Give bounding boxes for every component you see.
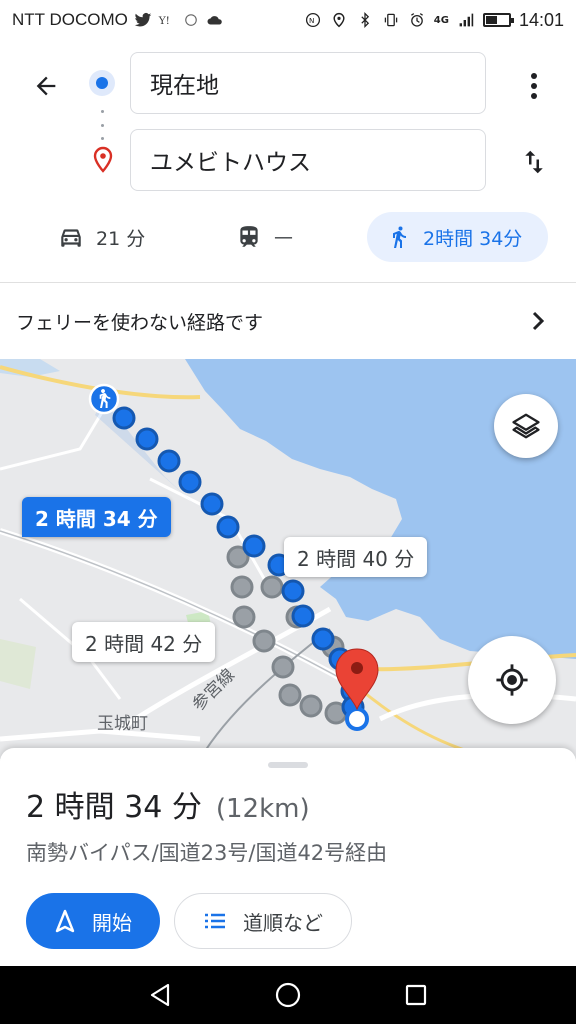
mode-walk-duration: 2時間 34分	[423, 227, 523, 250]
primary-route-duration-label[interactable]: 2 時間 34 分	[22, 497, 171, 537]
nfc-icon: N	[305, 12, 320, 28]
my-location-button[interactable]	[468, 636, 556, 724]
route-dot	[178, 470, 202, 494]
route-dot	[112, 406, 136, 430]
steps-label: 道順など	[243, 910, 323, 935]
network-type: 4G	[433, 14, 449, 26]
alt-route-dot	[260, 575, 284, 599]
system-recents-button[interactable]	[398, 977, 434, 1013]
alt-route-dot	[230, 575, 254, 599]
arrow-left-icon	[36, 76, 56, 96]
destination-pin-icon	[93, 146, 113, 173]
battery-icon	[482, 13, 514, 27]
route-dot	[311, 627, 335, 651]
start-label: 開始	[92, 910, 132, 935]
status-bar: NTT DOCOMO Y! N 4G 14:01	[0, 0, 576, 40]
route-dot	[216, 515, 240, 539]
more-options-button[interactable]	[516, 64, 552, 108]
route-end-marker	[345, 707, 369, 731]
bluetooth-icon	[361, 12, 369, 28]
car-icon	[61, 229, 81, 247]
mode-tab-transit[interactable]: —	[236, 212, 293, 262]
route-dot	[281, 579, 305, 603]
signal-icon	[459, 13, 474, 27]
route-dot	[200, 492, 224, 516]
maps-directions-screen: NTT DOCOMO Y! N 4G 14:01 現在地 ユメビトハウス 21 …	[0, 0, 576, 1024]
alt-route-dot	[252, 629, 276, 653]
layers-button[interactable]	[494, 394, 558, 458]
alt-route-dot	[232, 605, 256, 629]
app-notification-icon	[185, 14, 197, 26]
route-dot	[291, 604, 315, 628]
navigation-arrow-icon	[55, 909, 75, 933]
my-location-icon	[496, 664, 528, 696]
alt-route-dot	[271, 655, 295, 679]
sheet-drag-handle[interactable]	[268, 762, 308, 768]
alarm-icon	[410, 13, 423, 27]
alt-route-duration-label-1[interactable]: 2 時間 40 分	[284, 537, 428, 577]
svg-text:Y!: Y!	[158, 15, 170, 27]
route-summary-sheet[interactable]: 2 時間 34 分 (12km) 南勢バイパス/国道23号/国道42号経由 開始…	[0, 748, 576, 968]
start-navigation-button[interactable]: 開始	[26, 893, 160, 949]
yahoo-icon: Y!	[158, 15, 170, 27]
route-notice-row[interactable]: フェリーを使わない経路です	[0, 283, 576, 359]
town-map-label: 玉城町	[97, 714, 148, 734]
back-button[interactable]	[24, 64, 68, 108]
walk-icon	[393, 226, 406, 248]
location-icon	[333, 12, 345, 28]
cloud-icon	[207, 16, 222, 25]
square-recents-icon	[405, 984, 427, 1006]
twitter-icon	[134, 12, 152, 27]
circle-home-icon	[275, 982, 301, 1008]
battery-level	[485, 16, 497, 24]
list-icon	[205, 913, 225, 929]
layers-icon	[512, 413, 540, 439]
origin-marker	[89, 70, 115, 96]
system-home-button[interactable]	[270, 977, 306, 1013]
train-icon	[240, 226, 258, 247]
destination-field[interactable]: ユメビトハウス	[130, 129, 486, 191]
triangle-back-icon	[150, 983, 170, 1007]
map-view[interactable]: 2 時間 34 分 2 時間 40 分 2 時間 42 分 玉城町 参宮線	[0, 359, 576, 759]
directions-header: 現在地 ユメビトハウス 21 分 — 2時間 34分	[0, 40, 576, 280]
vibrate-icon	[384, 13, 398, 27]
mode-tab-walk[interactable]: 2時間 34分	[367, 212, 548, 262]
mode-tab-car[interactable]: 21 分	[58, 212, 145, 262]
mode-car-duration: 21 分	[96, 227, 146, 250]
mode-transit-duration: —	[274, 226, 293, 248]
more-vert-icon	[531, 73, 537, 99]
chevron-right-icon	[532, 311, 545, 331]
carrier-name: NTT DOCOMO	[12, 10, 128, 29]
steps-button[interactable]: 道順など	[174, 893, 352, 949]
travel-mode-tabs: 21 分 — 2時間 34分	[0, 212, 576, 262]
route-distance: (12km)	[215, 794, 310, 824]
alt-route-duration-label-2[interactable]: 2 時間 42 分	[72, 622, 216, 662]
origin-field[interactable]: 現在地	[130, 52, 486, 114]
alt-route-dot	[278, 683, 302, 707]
alt-route-dot	[299, 694, 323, 718]
system-back-button[interactable]	[142, 977, 178, 1013]
clock: 14:01	[518, 9, 564, 30]
route-connector	[100, 110, 104, 140]
route-summary: 2 時間 34 分 (12km)	[26, 782, 310, 826]
system-nav-bar	[0, 966, 576, 1024]
route-dot	[242, 534, 266, 558]
route-notice-text: フェリーを使わない経路です	[16, 311, 264, 334]
route-duration: 2 時間 34 分	[26, 790, 202, 825]
swap-endpoints-button[interactable]	[514, 140, 554, 184]
svg-text:N: N	[309, 16, 314, 25]
route-dot	[157, 449, 181, 473]
swap-vert-icon	[525, 150, 543, 174]
route-via: 南勢バイパス/国道23号/国道42号経由	[26, 841, 388, 865]
route-dot	[135, 427, 159, 451]
